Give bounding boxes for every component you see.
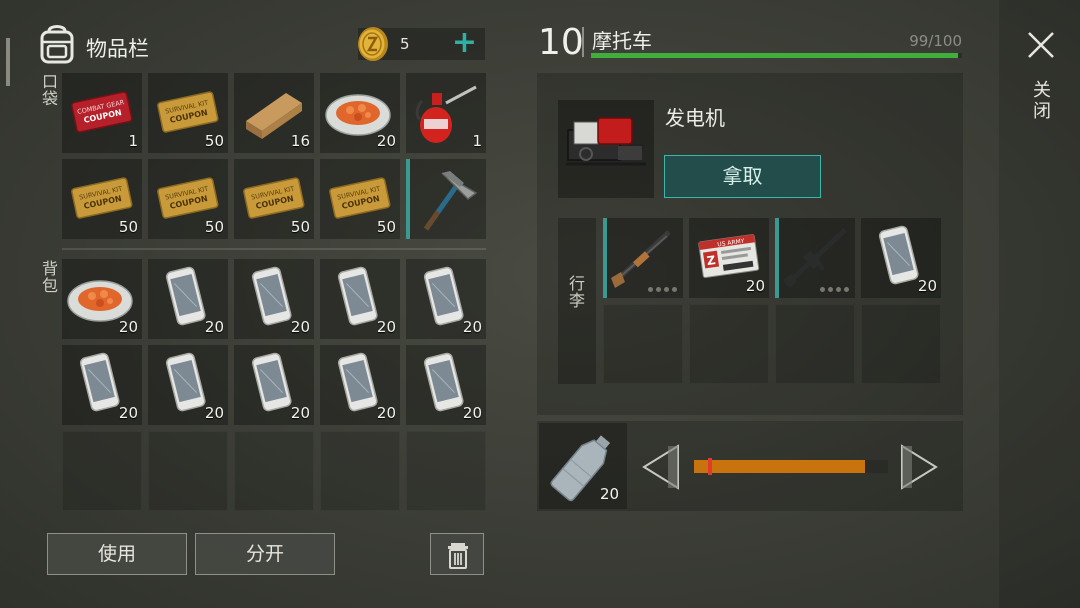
item-quantity: 16 (290, 132, 310, 150)
pocket-slot-2[interactable]: SURVIVAL KIT COUPON 50 (148, 73, 228, 153)
item-quantity: 20 (462, 318, 482, 336)
pickaxe-icon (423, 171, 478, 231)
backpack-slot-2[interactable]: 20 (148, 259, 228, 339)
trunk-slot-2[interactable]: US ARMY Z 20 (689, 218, 769, 298)
backpack-label: 背包 (41, 259, 58, 295)
pocket-slot-1[interactable]: COMBAT GEAR COUPON 1 (62, 73, 142, 153)
empty-slot[interactable] (62, 431, 142, 511)
backpack-icon (40, 25, 74, 64)
backpack-slot-6[interactable]: 20 (62, 345, 142, 425)
fuel-slider-handle[interactable] (708, 458, 712, 475)
use-button[interactable]: 使用 (47, 533, 187, 575)
trash-icon (448, 543, 468, 569)
backpack-slot-9[interactable]: 20 (320, 345, 400, 425)
durability-bar-fill (591, 53, 959, 58)
durability-dots (648, 287, 677, 292)
item-quantity: 50 (118, 218, 138, 236)
item-quantity: 50 (204, 218, 224, 236)
take-button[interactable]: 拿取 (664, 155, 821, 198)
close-button-label[interactable]: 关闭 (1032, 80, 1052, 122)
item-quantity: 1 (472, 132, 482, 150)
pockets-label: 口袋 (41, 72, 58, 108)
vehicle-name: 摩托车 (592, 29, 652, 53)
shotgun-icon (611, 230, 671, 288)
item-quantity: 50 (376, 218, 396, 236)
pocket-slot-8[interactable]: SURVIVAL KIT COUPON 50 (234, 159, 314, 239)
item-quantity: 50 (204, 132, 224, 150)
header-separator (582, 27, 584, 57)
pocket-slot-3[interactable]: 16 (234, 73, 314, 153)
chevron-left-icon[interactable] (640, 444, 680, 490)
chevron-right-icon[interactable] (900, 444, 940, 490)
inventory-title: 物品栏 (86, 37, 149, 61)
generator-slot[interactable] (558, 100, 654, 198)
item-quantity: 20 (290, 404, 310, 422)
pocket-slot-9[interactable]: SURVIVAL KIT COUPON 50 (320, 159, 400, 239)
item-quantity: 20 (376, 318, 396, 336)
backpack-slot-3[interactable]: 20 (234, 259, 314, 339)
empty-slot[interactable] (689, 304, 769, 384)
pocket-slot-10[interactable] (406, 159, 486, 239)
durability-dots (820, 287, 849, 292)
backpack-slot-7[interactable]: 20 (148, 345, 228, 425)
empty-slot[interactable] (148, 431, 228, 511)
empty-slot[interactable] (775, 304, 855, 384)
item-quantity: 20 (745, 277, 765, 295)
fuel-quantity: 20 (600, 485, 620, 503)
close-icon[interactable] (1026, 30, 1056, 60)
add-coins-button[interactable]: + (452, 27, 477, 59)
item-quantity: 20 (376, 132, 396, 150)
assault-rifle-icon (783, 228, 847, 288)
empty-slot[interactable] (861, 304, 941, 384)
trunk-slot-1[interactable] (603, 218, 683, 298)
trunk-slot-4[interactable]: 20 (861, 218, 941, 298)
trunk-label: 行李 (568, 274, 585, 310)
generator-name: 发电机 (665, 106, 725, 130)
coin-icon (358, 27, 388, 61)
pocket-slot-4[interactable]: 20 (320, 73, 400, 153)
trunk-slot-3[interactable] (775, 218, 855, 298)
backpack-slot-10[interactable]: 20 (406, 345, 486, 425)
inventory-header: 物品栏 5 + (38, 20, 488, 70)
empty-slot[interactable] (320, 431, 400, 511)
durability-bar (591, 53, 962, 58)
vehicle-durability: 99/100 (909, 32, 962, 50)
pocket-slot-5[interactable]: 1 (406, 73, 486, 153)
fuel-slider[interactable] (694, 460, 888, 473)
item-quantity: 20 (376, 404, 396, 422)
split-button[interactable]: 分开 (195, 533, 335, 575)
generator-icon (566, 117, 646, 166)
left-scroll-indicator (6, 38, 10, 86)
fuel-slider-fill (694, 460, 865, 473)
coin-count: 5 (400, 35, 410, 53)
backpack-slot-8[interactable]: 20 (234, 345, 314, 425)
item-quantity: 20 (462, 404, 482, 422)
backpack-slot-4[interactable]: 20 (320, 259, 400, 339)
empty-slot[interactable] (603, 304, 683, 384)
backpack-slot-1[interactable]: 20 (62, 259, 142, 339)
pocket-slot-6[interactable]: SURVIVAL KIT COUPON 50 (62, 159, 142, 239)
item-quantity: 20 (917, 277, 937, 295)
vehicle-level: 10 (538, 22, 584, 63)
item-quantity: 20 (290, 318, 310, 336)
pocket-slot-7[interactable]: SURVIVAL KIT COUPON 50 (148, 159, 228, 239)
coin-counter: 5 + (358, 27, 485, 61)
empty-slot[interactable] (406, 431, 486, 511)
empty-slot[interactable] (234, 431, 314, 511)
section-divider (62, 248, 486, 250)
item-quantity: 20 (204, 318, 224, 336)
item-quantity: 20 (204, 404, 224, 422)
item-quantity: 50 (290, 218, 310, 236)
trash-button[interactable] (430, 533, 484, 575)
item-quantity: 20 (118, 318, 138, 336)
item-quantity: 20 (118, 404, 138, 422)
backpack-slot-5[interactable]: 20 (406, 259, 486, 339)
item-quantity: 1 (128, 132, 138, 150)
